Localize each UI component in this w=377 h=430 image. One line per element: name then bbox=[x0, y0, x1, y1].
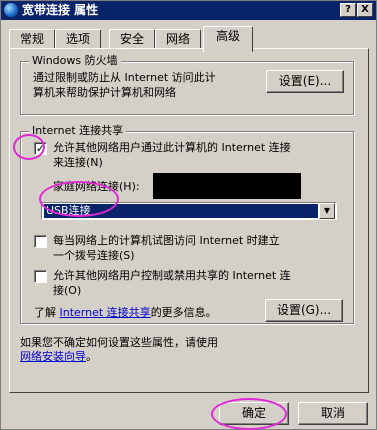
allow-control-checkbox[interactable] bbox=[34, 270, 47, 283]
cancel-button[interactable]: 取消 bbox=[298, 402, 368, 425]
network-setup-wizard-link[interactable]: 网络安装向导 bbox=[20, 350, 86, 363]
tab-strip: 常规 选项 安全 网络 高级 bbox=[9, 26, 369, 52]
tab-advanced[interactable]: 高级 bbox=[203, 26, 253, 52]
dial-on-demand-label-line2: 一个拨号连接(S) bbox=[53, 249, 135, 262]
title-bar[interactable]: 宽带连接 属性 ? X bbox=[1, 1, 376, 20]
allow-sharing-label-line2: 来连接(N) bbox=[53, 156, 103, 169]
ics-help-link[interactable]: Internet 连接共享 bbox=[60, 306, 151, 319]
properties-dialog: 宽带连接 属性 ? X 常规 选项 安全 网络 高级 Windows 防火墙 通… bbox=[0, 0, 377, 430]
home-network-selected: USB连接 bbox=[44, 204, 318, 218]
ics-group: Internet 连接共享 ✓ 允许其他网络用户通过此计算机的 Internet… bbox=[20, 124, 354, 324]
ics-settings-button[interactable]: 设置(G)... bbox=[265, 299, 343, 322]
tab-security[interactable]: 安全 bbox=[109, 29, 155, 50]
close-button[interactable]: X bbox=[357, 3, 373, 17]
advanced-panel: Windows 防火墙 通过限制或防止从 Internet 访问此计 算机来帮助… bbox=[9, 48, 369, 393]
dial-on-demand-checkbox[interactable] bbox=[34, 235, 47, 248]
tab-options[interactable]: 选项 bbox=[55, 29, 101, 50]
home-network-label: 家庭网络连接(H): bbox=[53, 180, 140, 193]
more-info-text: 了解 Internet 连接共享的更多信息。 bbox=[34, 306, 217, 319]
more-info-suffix: 的更多信息。 bbox=[150, 306, 217, 319]
chevron-down-icon[interactable]: ▼ bbox=[319, 203, 335, 219]
more-info-prefix: 了解 bbox=[34, 306, 56, 319]
window-title: 宽带连接 属性 bbox=[22, 3, 99, 17]
allow-sharing-label-line1: 允许其他网络用户通过此计算机的 Internet 连接 bbox=[53, 141, 291, 154]
ok-button[interactable]: 确定 bbox=[219, 402, 289, 425]
ics-legend: Internet 连接共享 bbox=[29, 124, 127, 138]
allow-sharing-checkbox[interactable]: ✓ bbox=[34, 142, 47, 155]
firewall-group: Windows 防火墙 通过限制或防止从 Internet 访问此计 算机来帮助… bbox=[20, 54, 354, 115]
dial-on-demand-label-line1: 每当网络上的计算机试图访问 Internet 时建立 bbox=[53, 234, 280, 247]
firewall-desc-line2: 算机来帮助保护计算机和网络 bbox=[33, 86, 176, 99]
redacted-region bbox=[153, 173, 301, 199]
network-globe-icon bbox=[4, 3, 18, 17]
firewall-desc-line1: 通过限制或防止从 Internet 访问此计 bbox=[33, 71, 216, 84]
footer-text-line2: 网络安装向导。 bbox=[20, 350, 97, 363]
footer-text-line1: 如果您不确定如何设置这些属性，请使用 bbox=[20, 336, 218, 349]
firewall-settings-button[interactable]: 设置(E)... bbox=[266, 70, 344, 93]
tab-networking[interactable]: 网络 bbox=[155, 29, 201, 50]
allow-control-label-line2: 接(O) bbox=[53, 284, 82, 297]
tab-general[interactable]: 常规 bbox=[9, 29, 55, 50]
allow-control-label-line1: 允许其他网络用户控制或禁用共享的 Internet 连 bbox=[53, 269, 291, 282]
help-button[interactable]: ? bbox=[340, 3, 356, 17]
firewall-legend: Windows 防火墙 bbox=[29, 54, 121, 68]
home-network-dropdown[interactable]: USB连接 ▼ bbox=[41, 202, 337, 220]
footer-period: 。 bbox=[86, 350, 97, 363]
